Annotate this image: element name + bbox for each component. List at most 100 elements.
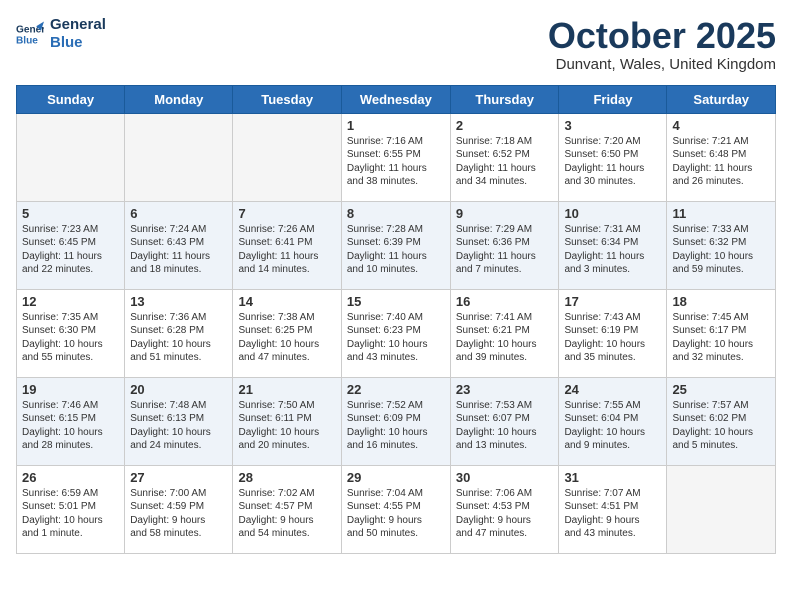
day-cell <box>17 113 125 201</box>
day-info: Sunrise: 7:20 AM Sunset: 6:50 PM Dayligh… <box>564 135 661 189</box>
day-number: 5 <box>22 206 119 221</box>
day-info: Sunrise: 7:23 AM Sunset: 6:45 PM Dayligh… <box>22 223 119 277</box>
day-cell: 4 Sunrise: 7:21 AM Sunset: 6:48 PM Daylig… <box>667 113 776 201</box>
weekday-header-thursday: Thursday <box>450 85 559 113</box>
day-cell: 19Sunrise: 7:46 AM Sunset: 6:15 PM Dayli… <box>17 377 125 465</box>
day-number: 31 <box>564 470 661 485</box>
day-number: 6 <box>130 206 227 221</box>
day-cell: 10Sunrise: 7:31 AM Sunset: 6:34 PM Dayli… <box>559 201 667 289</box>
day-number: 20 <box>130 382 227 397</box>
day-cell: 6 Sunrise: 7:24 AM Sunset: 6:43 PM Daylig… <box>125 201 233 289</box>
day-cell <box>233 113 341 201</box>
title-block: October 2025 Dunvant, Wales, United King… <box>548 16 776 73</box>
day-number: 22 <box>347 382 445 397</box>
day-info: Sunrise: 7:02 AM Sunset: 4:57 PM Dayligh… <box>238 487 335 541</box>
svg-text:Blue: Blue <box>16 35 38 46</box>
week-row-3: 12Sunrise: 7:35 AM Sunset: 6:30 PM Dayli… <box>17 289 776 377</box>
logo-line1: General <box>50 16 106 34</box>
day-number: 15 <box>347 294 445 309</box>
day-info: Sunrise: 7:52 AM Sunset: 6:09 PM Dayligh… <box>347 399 445 453</box>
day-info: Sunrise: 7:29 AM Sunset: 6:36 PM Dayligh… <box>456 223 554 277</box>
day-info: Sunrise: 7:24 AM Sunset: 6:43 PM Dayligh… <box>130 223 227 277</box>
weekday-header-sunday: Sunday <box>17 85 125 113</box>
day-number: 23 <box>456 382 554 397</box>
day-cell: 31 Sunrise: 7:07 AM Sunset: 4:51 PM Dayli… <box>559 465 667 553</box>
day-number: 13 <box>130 294 227 309</box>
weekday-header-row: SundayMondayTuesdayWednesdayThursdayFrid… <box>17 85 776 113</box>
day-number: 1 <box>347 118 445 133</box>
day-info: Sunrise: 7:06 AM Sunset: 4:53 PM Dayligh… <box>456 487 554 541</box>
day-info: Sunrise: 7:36 AM Sunset: 6:28 PM Dayligh… <box>130 311 227 365</box>
calendar-table: SundayMondayTuesdayWednesdayThursdayFrid… <box>16 85 776 554</box>
day-info: Sunrise: 7:26 AM Sunset: 6:41 PM Dayligh… <box>238 223 335 277</box>
week-row-1: 1 Sunrise: 7:16 AM Sunset: 6:55 PM Daylig… <box>17 113 776 201</box>
day-info: Sunrise: 7:04 AM Sunset: 4:55 PM Dayligh… <box>347 487 445 541</box>
day-info: Sunrise: 6:59 AM Sunset: 5:01 PM Dayligh… <box>22 487 119 541</box>
day-cell: 8 Sunrise: 7:28 AM Sunset: 6:39 PM Daylig… <box>341 201 450 289</box>
day-info: Sunrise: 7:07 AM Sunset: 4:51 PM Dayligh… <box>564 487 661 541</box>
logo-icon: General Blue <box>16 20 44 48</box>
day-info: Sunrise: 7:55 AM Sunset: 6:04 PM Dayligh… <box>564 399 661 453</box>
day-info: Sunrise: 7:46 AM Sunset: 6:15 PM Dayligh… <box>22 399 119 453</box>
weekday-header-monday: Monday <box>125 85 233 113</box>
day-cell: 27 Sunrise: 7:00 AM Sunset: 4:59 PM Dayli… <box>125 465 233 553</box>
day-info: Sunrise: 7:33 AM Sunset: 6:32 PM Dayligh… <box>672 223 770 277</box>
day-number: 26 <box>22 470 119 485</box>
day-cell: 25Sunrise: 7:57 AM Sunset: 6:02 PM Dayli… <box>667 377 776 465</box>
day-cell: 24 Sunrise: 7:55 AM Sunset: 6:04 PM Dayli… <box>559 377 667 465</box>
day-number: 8 <box>347 206 445 221</box>
day-cell: 14Sunrise: 7:38 AM Sunset: 6:25 PM Dayli… <box>233 289 341 377</box>
day-info: Sunrise: 7:41 AM Sunset: 6:21 PM Dayligh… <box>456 311 554 365</box>
day-number: 28 <box>238 470 335 485</box>
day-cell: 15Sunrise: 7:40 AM Sunset: 6:23 PM Dayli… <box>341 289 450 377</box>
day-cell: 3Sunrise: 7:20 AM Sunset: 6:50 PM Daylig… <box>559 113 667 201</box>
day-number: 30 <box>456 470 554 485</box>
day-cell: 1 Sunrise: 7:16 AM Sunset: 6:55 PM Daylig… <box>341 113 450 201</box>
day-info: Sunrise: 7:28 AM Sunset: 6:39 PM Dayligh… <box>347 223 445 277</box>
day-cell: 9Sunrise: 7:29 AM Sunset: 6:36 PM Daylig… <box>450 201 559 289</box>
day-info: Sunrise: 7:45 AM Sunset: 6:17 PM Dayligh… <box>672 311 770 365</box>
day-number: 7 <box>238 206 335 221</box>
day-cell: 5 Sunrise: 7:23 AM Sunset: 6:45 PM Daylig… <box>17 201 125 289</box>
weekday-header-tuesday: Tuesday <box>233 85 341 113</box>
weekday-header-wednesday: Wednesday <box>341 85 450 113</box>
weekday-header-saturday: Saturday <box>667 85 776 113</box>
logo-line2: Blue <box>50 34 106 52</box>
day-cell: 30 Sunrise: 7:06 AM Sunset: 4:53 PM Dayli… <box>450 465 559 553</box>
day-cell: 11 Sunrise: 7:33 AM Sunset: 6:32 PM Dayli… <box>667 201 776 289</box>
day-cell <box>667 465 776 553</box>
day-info: Sunrise: 7:18 AM Sunset: 6:52 PM Dayligh… <box>456 135 554 189</box>
day-info: Sunrise: 7:50 AM Sunset: 6:11 PM Dayligh… <box>238 399 335 453</box>
day-cell: 2 Sunrise: 7:18 AM Sunset: 6:52 PM Daylig… <box>450 113 559 201</box>
day-info: Sunrise: 7:21 AM Sunset: 6:48 PM Dayligh… <box>672 135 770 189</box>
day-number: 27 <box>130 470 227 485</box>
day-info: Sunrise: 7:00 AM Sunset: 4:59 PM Dayligh… <box>130 487 227 541</box>
day-cell: 17Sunrise: 7:43 AM Sunset: 6:19 PM Dayli… <box>559 289 667 377</box>
day-number: 11 <box>672 206 770 221</box>
day-number: 12 <box>22 294 119 309</box>
day-number: 4 <box>672 118 770 133</box>
day-cell: 13 Sunrise: 7:36 AM Sunset: 6:28 PM Dayli… <box>125 289 233 377</box>
day-cell: 12Sunrise: 7:35 AM Sunset: 6:30 PM Dayli… <box>17 289 125 377</box>
day-number: 16 <box>456 294 554 309</box>
location-text: Dunvant, Wales, United Kingdom <box>548 56 776 73</box>
page-header: General Blue General Blue October 2025 D… <box>16 16 776 73</box>
day-number: 10 <box>564 206 661 221</box>
day-cell: 22 Sunrise: 7:52 AM Sunset: 6:09 PM Dayli… <box>341 377 450 465</box>
week-row-2: 5 Sunrise: 7:23 AM Sunset: 6:45 PM Daylig… <box>17 201 776 289</box>
month-title: October 2025 <box>548 16 776 56</box>
day-number: 14 <box>238 294 335 309</box>
day-info: Sunrise: 7:57 AM Sunset: 6:02 PM Dayligh… <box>672 399 770 453</box>
day-number: 29 <box>347 470 445 485</box>
day-number: 2 <box>456 118 554 133</box>
week-row-4: 19Sunrise: 7:46 AM Sunset: 6:15 PM Dayli… <box>17 377 776 465</box>
day-info: Sunrise: 7:53 AM Sunset: 6:07 PM Dayligh… <box>456 399 554 453</box>
day-cell: 28 Sunrise: 7:02 AM Sunset: 4:57 PM Dayli… <box>233 465 341 553</box>
day-info: Sunrise: 7:16 AM Sunset: 6:55 PM Dayligh… <box>347 135 445 189</box>
day-number: 18 <box>672 294 770 309</box>
day-number: 17 <box>564 294 661 309</box>
day-cell: 21Sunrise: 7:50 AM Sunset: 6:11 PM Dayli… <box>233 377 341 465</box>
day-cell: 23 Sunrise: 7:53 AM Sunset: 6:07 PM Dayli… <box>450 377 559 465</box>
day-number: 24 <box>564 382 661 397</box>
day-cell: 18 Sunrise: 7:45 AM Sunset: 6:17 PM Dayli… <box>667 289 776 377</box>
